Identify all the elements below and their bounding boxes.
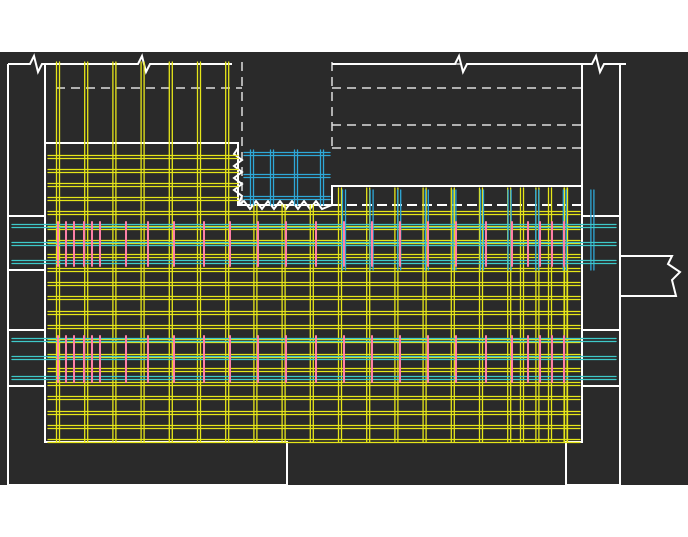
cad-drawing-panel bbox=[0, 52, 688, 485]
reinforcement-drawing bbox=[0, 52, 688, 485]
